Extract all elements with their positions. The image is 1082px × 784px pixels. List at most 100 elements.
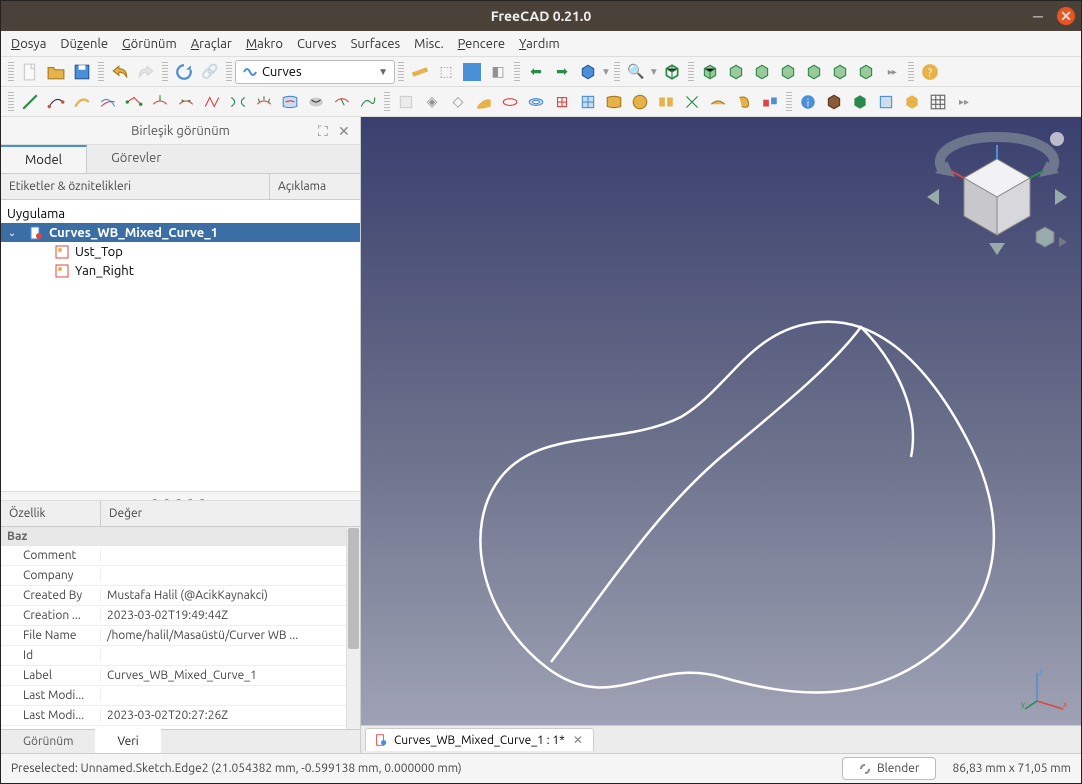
curve-line-icon[interactable]	[18, 90, 42, 114]
property-row[interactable]: Comment	[1, 546, 360, 566]
menu-misc[interactable]: Misc.	[414, 37, 443, 51]
more-icon[interactable]: ▸▸	[880, 60, 904, 84]
zoom-fit-icon[interactable]: 🔍	[624, 60, 648, 84]
measure-icon[interactable]	[408, 60, 432, 84]
view-top-icon[interactable]	[724, 60, 748, 84]
prop-value[interactable]: Mustafa Halil (@AcikKaynakci)	[101, 589, 360, 602]
curve-approximate-icon[interactable]	[200, 90, 224, 114]
misc-solid2-icon[interactable]	[848, 90, 872, 114]
view-rear-icon[interactable]	[776, 60, 800, 84]
save-file-icon[interactable]	[70, 60, 94, 84]
prop-col-value[interactable]: Değer	[101, 501, 360, 526]
iso-view-icon[interactable]	[660, 60, 684, 84]
scrollbar-thumb[interactable]	[348, 528, 359, 649]
property-row[interactable]: LicenseAll rights reserved	[1, 726, 360, 729]
menu-surfaces[interactable]: Surfaces	[351, 37, 401, 51]
tab-model[interactable]: Model	[1, 145, 87, 173]
curve-mixed-icon[interactable]	[70, 90, 94, 114]
tab-data[interactable]: Veri	[95, 729, 160, 753]
property-row[interactable]: Creation ...2023-03-02T19:49:44Z	[1, 606, 360, 626]
tab-tasks[interactable]: Görevler	[87, 145, 185, 173]
tree-view[interactable]: Uygulama ⌄ Curves_WB_Mixed_Curve_1 Ust_T…	[1, 200, 360, 491]
curve-discretize-icon[interactable]	[174, 90, 198, 114]
curve-trim-icon[interactable]	[330, 90, 354, 114]
property-row[interactable]: LabelCurves_WB_Mixed_Curve_1	[1, 666, 360, 686]
tree-app-row[interactable]: Uygulama	[1, 204, 360, 223]
menu-tools[interactable]: Araçlar	[191, 37, 232, 51]
curve-geom-icon[interactable]	[356, 90, 380, 114]
scrollbar[interactable]	[346, 527, 360, 729]
surf-comp-icon[interactable]	[602, 90, 626, 114]
splitter[interactable]: -----	[1, 491, 360, 501]
navigation-cube[interactable]	[927, 127, 1067, 257]
toolbar-grip[interactable]	[514, 62, 520, 82]
menu-help[interactable]: Yardım	[519, 37, 560, 51]
prop-value[interactable]: Curves_WB_Mixed_Curve_1	[101, 669, 360, 682]
curve-on-surf-icon[interactable]	[278, 90, 302, 114]
property-row[interactable]: Last Modi...	[1, 686, 360, 706]
undo-icon[interactable]	[108, 60, 132, 84]
curve-extend-icon[interactable]	[96, 90, 120, 114]
tree-item-row[interactable]: Yan_Right	[1, 261, 360, 280]
3d-viewport[interactable]: x y z Curves_WB_Mixed_Curve_1 : 1* ✕	[361, 117, 1081, 753]
minimize-button[interactable]: ─	[1029, 7, 1047, 25]
misc-info-icon[interactable]: i	[796, 90, 820, 114]
menu-macro[interactable]: Makro	[246, 37, 283, 51]
curve-edit-icon[interactable]	[44, 90, 68, 114]
document-tab[interactable]: Curves_WB_Mixed_Curve_1 : 1* ✕	[365, 728, 594, 751]
tree-col-labels[interactable]: Etiketler & öznitelikleri	[1, 174, 270, 199]
curve-join-icon[interactable]	[122, 90, 146, 114]
menu-curves[interactable]: Curves	[297, 37, 337, 51]
view-front-icon[interactable]	[698, 60, 722, 84]
surf-blend-icon[interactable]	[654, 90, 678, 114]
toolbar-grip[interactable]	[226, 62, 232, 82]
nav-forward-icon[interactable]: ➡	[550, 60, 574, 84]
close-button[interactable]: ✕	[1057, 7, 1075, 25]
tab-close-icon[interactable]: ✕	[571, 733, 585, 747]
menu-file[interactable]: Dosya	[11, 37, 46, 51]
view-bottom-icon[interactable]	[802, 60, 826, 84]
misc-grid-icon[interactable]	[926, 90, 950, 114]
color-icon[interactable]	[460, 60, 484, 84]
toolbar-grip[interactable]	[8, 62, 14, 82]
refresh-icon[interactable]	[172, 60, 196, 84]
toolbar-grip[interactable]	[688, 62, 694, 82]
curve-split-icon[interactable]	[148, 90, 172, 114]
misc-face-icon[interactable]	[874, 90, 898, 114]
menu-windows[interactable]: Pencere	[458, 37, 505, 51]
view-rotate-icon[interactable]	[854, 60, 878, 84]
curve-blend-icon[interactable]	[226, 90, 250, 114]
prop-value[interactable]: /home/halil/Masaüstü/Curver WB ...	[101, 629, 360, 642]
menu-view[interactable]: Görünüm	[122, 37, 177, 51]
tab-view[interactable]: Görünüm	[1, 730, 95, 753]
tree-col-desc[interactable]: Açıklama	[270, 174, 360, 199]
surf-multi-icon[interactable]	[758, 90, 782, 114]
surf-rotate-icon[interactable]	[732, 90, 756, 114]
toolbar-grip[interactable]	[614, 62, 620, 82]
curve-zebra-icon[interactable]	[304, 90, 328, 114]
toolbar-grip[interactable]	[384, 92, 390, 112]
open-file-icon[interactable]	[44, 60, 68, 84]
prop-value[interactable]: 2023-03-02T19:49:44Z	[101, 609, 360, 622]
misc-solid-icon[interactable]	[822, 90, 846, 114]
property-row[interactable]: Created ByMustafa Halil (@AcikKaynakci)	[1, 586, 360, 606]
property-row[interactable]: File Name/home/halil/Masaüstü/Curver WB …	[1, 626, 360, 646]
toolbar-grip[interactable]	[8, 92, 14, 112]
toolbar-grip[interactable]	[162, 62, 168, 82]
menu-edit[interactable]: Düzenle	[60, 37, 108, 51]
surf-flatten-icon[interactable]	[706, 90, 730, 114]
property-row[interactable]: Last Modi...2023-03-02T20:27:26Z	[1, 706, 360, 726]
surf-sphere-icon[interactable]	[628, 90, 652, 114]
toolbar-grip[interactable]	[98, 62, 104, 82]
curve-comb-icon[interactable]	[252, 90, 276, 114]
surf-profile-icon[interactable]	[498, 90, 522, 114]
cube-link-icon[interactable]	[576, 60, 600, 84]
prop-col-name[interactable]: Özellik	[1, 501, 101, 526]
panel-close-icon[interactable]: ✕	[338, 123, 354, 139]
surf-sweep-icon[interactable]	[472, 90, 496, 114]
property-row[interactable]: Company	[1, 566, 360, 586]
tree-doc-row[interactable]: ⌄ Curves_WB_Mixed_Curve_1	[1, 223, 360, 242]
tree-item-row[interactable]: Ust_Top	[1, 242, 360, 261]
toolbar-grip[interactable]	[908, 62, 914, 82]
misc-comp-icon[interactable]	[900, 90, 924, 114]
